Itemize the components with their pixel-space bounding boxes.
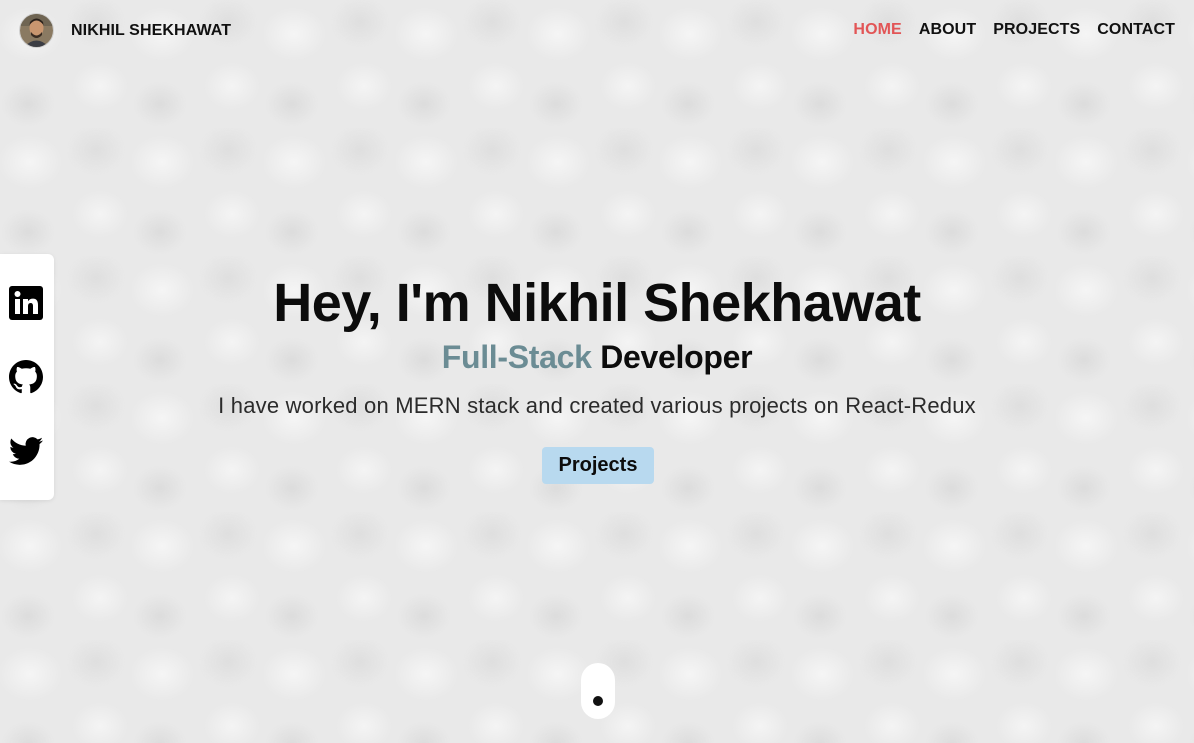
brand[interactable]: NIKHIL SHEKHAWAT: [19, 13, 231, 48]
hero-role-accent: Full-Stack: [441, 339, 592, 375]
scroll-dot-icon: [593, 696, 603, 706]
avatar: [19, 13, 54, 48]
projects-button[interactable]: Projects: [542, 447, 654, 484]
brand-name: NIKHIL SHEKHAWAT: [71, 21, 232, 39]
twitter-link[interactable]: [9, 434, 43, 468]
hero-role-rest: Developer: [600, 339, 753, 375]
nav-link-projects[interactable]: PROJECTS: [993, 21, 1080, 39]
hero-title: Hey, I'm Nikhil Shekhawat: [273, 273, 921, 333]
main-nav: HOME ABOUT PROJECTS CONTACT: [853, 21, 1175, 39]
nav-link-home[interactable]: HOME: [853, 21, 901, 39]
nav-link-about[interactable]: ABOUT: [919, 21, 976, 39]
site-header: NIKHIL SHEKHAWAT HOME ABOUT PROJECTS CON…: [0, 0, 1194, 62]
twitter-icon: [9, 437, 43, 465]
scroll-down-indicator[interactable]: [581, 663, 615, 719]
nav-link-contact[interactable]: CONTACT: [1097, 21, 1175, 39]
hero-role: Full-Stack Developer: [0, 336, 1194, 378]
avatar-photo: [20, 14, 53, 47]
hero-description: I have worked on MERN stack and created …: [218, 393, 976, 418]
